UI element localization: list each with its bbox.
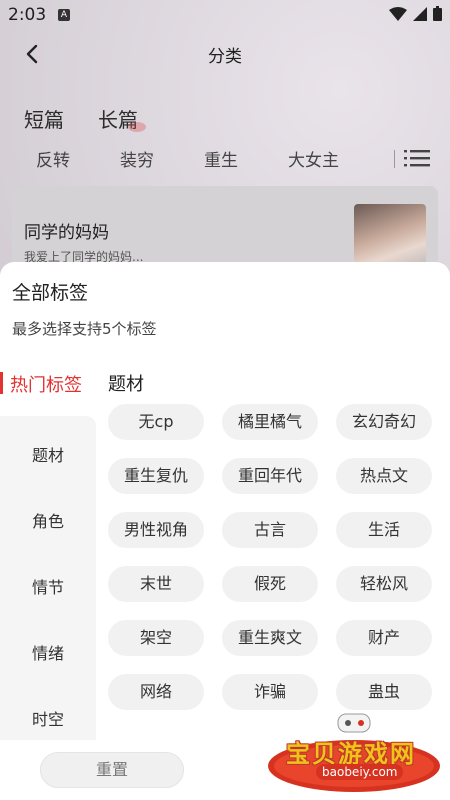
- tag-chip[interactable]: 假死: [222, 566, 318, 602]
- nav-item-theme[interactable]: 题材: [0, 442, 96, 466]
- nav-item-era[interactable]: 时空: [0, 706, 96, 730]
- tag-chip[interactable]: 重生复仇: [108, 458, 204, 494]
- active-indicator: [0, 372, 3, 394]
- page-title: 分类: [208, 47, 242, 67]
- nav-item-role[interactable]: 角色: [0, 508, 96, 532]
- wifi-icon: [389, 6, 407, 21]
- tag-chip[interactable]: 网络: [108, 674, 204, 710]
- nav-list: 题材 角色 情节 情绪 时空: [0, 416, 96, 740]
- tag-chip[interactable]: 无cp: [108, 404, 204, 440]
- tag-chip[interactable]: 轻松风: [336, 566, 432, 602]
- sheet-subtitle: 最多选择支持5个标签: [12, 320, 157, 338]
- subtab-pretend-poor[interactable]: 装穷: [120, 146, 154, 171]
- divider: [394, 150, 395, 168]
- watermark-logo: 宝贝游戏网 baobeiy.com: [266, 712, 442, 794]
- reset-button[interactable]: 重置: [40, 752, 184, 788]
- nav-item-emotion[interactable]: 情绪: [0, 640, 96, 664]
- tag-chip[interactable]: 热点文: [336, 458, 432, 494]
- tag-chip-grid: 无cp 橘里橘气 玄幻奇幻重生复仇 重回年代 热点文男性视角 古言 生活末世 假死 轻松风架空重…: [108, 404, 438, 740]
- tag-category-nav: 热门标签 题材 角色 情节 情绪 时空: [0, 362, 96, 740]
- nav-item-plot[interactable]: 情节: [0, 574, 96, 598]
- nav-item-label: 热门标签: [10, 375, 82, 396]
- subtab-heroine[interactable]: 大女主: [288, 146, 339, 171]
- tag-chip[interactable]: 重生爽文: [222, 620, 318, 656]
- tag-chip[interactable]: 蛊虫: [336, 674, 432, 710]
- menu-list-icon[interactable]: [404, 148, 430, 172]
- top-bar: 分类: [0, 32, 450, 76]
- nav-item-hot-tags[interactable]: 热门标签: [0, 368, 96, 400]
- status-time: 2:03: [8, 5, 47, 25]
- sheet-title: 全部标签: [12, 282, 89, 304]
- tag-chip[interactable]: 架空: [108, 620, 204, 656]
- subtab-rebirth[interactable]: 重生: [204, 146, 238, 171]
- watermark-url: baobeiy.com: [316, 764, 404, 780]
- battery-icon: [433, 6, 442, 21]
- main-tabs: 短篇 长篇: [24, 104, 146, 133]
- tag-chip[interactable]: 末世: [108, 566, 204, 602]
- tag-chip[interactable]: 财产: [336, 620, 432, 656]
- tab-short[interactable]: 短篇: [24, 104, 64, 133]
- tag-chip[interactable]: 玄幻奇幻: [336, 404, 432, 440]
- section-title: 题材: [108, 374, 144, 395]
- tag-chip[interactable]: 重回年代: [222, 458, 318, 494]
- tag-chip[interactable]: 古言: [222, 512, 318, 548]
- tag-chip[interactable]: 橘里橘气: [222, 404, 318, 440]
- tag-chip[interactable]: 诈骗: [222, 674, 318, 710]
- status-icons: [389, 6, 442, 21]
- signal-icon: [413, 6, 427, 21]
- status-bar: 2:03 A: [0, 0, 450, 32]
- notification-icon: A: [58, 9, 70, 21]
- tag-chip[interactable]: 生活: [336, 512, 432, 548]
- subtab-reversal[interactable]: 反转: [36, 146, 70, 171]
- tag-chip[interactable]: 男性视角: [108, 512, 204, 548]
- tab-long[interactable]: 长篇: [98, 104, 146, 133]
- book-title: 同学的妈妈: [24, 223, 109, 243]
- sub-tabs: 反转 装穷 重生 大女主: [0, 146, 450, 174]
